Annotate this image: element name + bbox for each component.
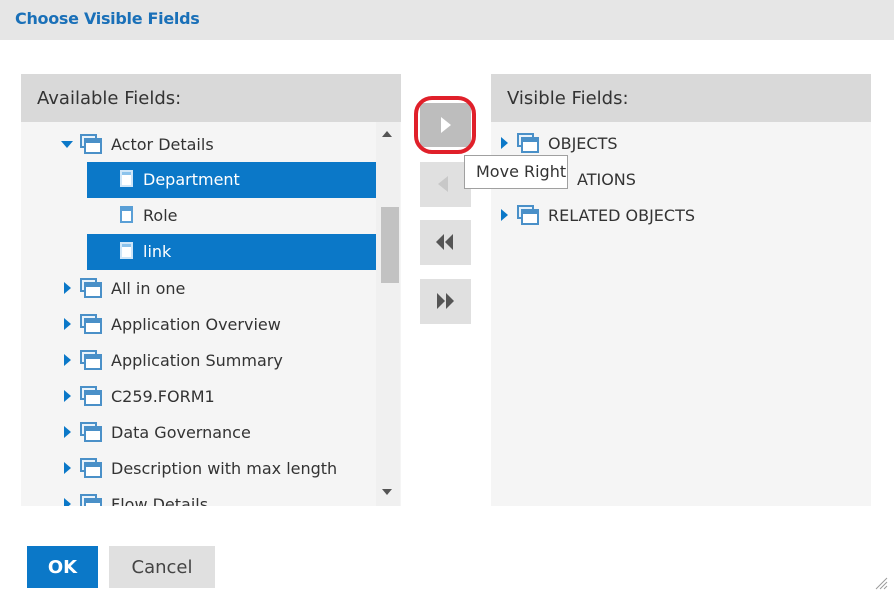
tree-item-label: Role: [143, 206, 178, 225]
visible-fields-header: Visible Fields:: [491, 74, 871, 122]
visible-fields-title: Visible Fields:: [507, 88, 629, 109]
tree-item-label: Data Governance: [111, 423, 251, 442]
collapsed-caret-icon[interactable]: [64, 390, 71, 402]
tree-item-label: All in one: [111, 279, 186, 298]
folder-icon: [80, 494, 102, 506]
collapsed-caret-icon[interactable]: [64, 318, 71, 330]
folder-icon: [80, 386, 102, 406]
folder-icon: [80, 350, 102, 370]
double-triangle-right-icon: [446, 293, 454, 309]
move-right-tooltip: Move Right: [464, 155, 568, 189]
tree-item-label: Application Summary: [111, 351, 283, 370]
folder-icon: [80, 134, 102, 154]
tree-item-label: link: [143, 242, 172, 261]
field-icon: [120, 170, 133, 187]
tree-folder-all-in-one[interactable]: All in one: [21, 271, 376, 307]
tree-item-label: Description with max length: [111, 459, 338, 478]
tree-item-label: ATIONS: [577, 170, 636, 189]
folder-icon: [80, 314, 102, 334]
collapsed-caret-icon[interactable]: [501, 209, 508, 221]
available-fields-header: Available Fields:: [21, 74, 401, 122]
field-icon: [120, 206, 133, 223]
folder-icon: [80, 422, 102, 442]
available-fields-scrollbar[interactable]: [376, 122, 400, 506]
tree-item-label: Department: [143, 170, 240, 189]
double-triangle-right-icon: [437, 293, 445, 309]
double-triangle-left-icon: [436, 234, 444, 250]
tree-folder-data-governance[interactable]: Data Governance: [21, 415, 376, 451]
tree-folder-application-summary[interactable]: Application Summary: [21, 343, 376, 379]
collapsed-caret-icon[interactable]: [64, 498, 71, 506]
tree-item-label: Application Overview: [111, 315, 281, 334]
cancel-button[interactable]: Cancel: [109, 546, 215, 588]
tree-field-department[interactable]: Department: [87, 162, 376, 198]
collapsed-caret-icon[interactable]: [501, 137, 508, 149]
triangle-left-icon: [438, 176, 448, 192]
dialog-title: Choose Visible Fields: [15, 9, 200, 28]
move-all-right-button[interactable]: [420, 279, 471, 324]
tree-folder-flow-details[interactable]: Flow Details: [21, 487, 376, 506]
tree-field-role[interactable]: Role: [87, 198, 376, 234]
collapsed-caret-icon[interactable]: [64, 354, 71, 366]
tree-folder-actor-details[interactable]: Actor Details: [21, 127, 376, 163]
dialog-titlebar: Choose Visible Fields: [0, 0, 894, 40]
tree-item-label: Flow Details: [111, 495, 209, 506]
resize-grip-icon[interactable]: [872, 574, 888, 590]
folder-icon: [80, 278, 102, 298]
tree-folder-related-objects[interactable]: RELATED OBJECTS: [491, 198, 871, 234]
scroll-down-arrow-icon[interactable]: [382, 489, 392, 495]
tree-folder-description-with-max-length[interactable]: Description with max length: [21, 451, 376, 487]
move-all-left-button[interactable]: [420, 220, 471, 265]
ok-button[interactable]: OK: [27, 546, 98, 588]
highlight-ring: [414, 96, 476, 154]
collapsed-caret-icon[interactable]: [64, 462, 71, 474]
folder-icon: [517, 133, 539, 153]
collapsed-caret-icon[interactable]: [64, 426, 71, 438]
tree-item-label: Actor Details: [111, 135, 214, 154]
scrollbar-thumb[interactable]: [381, 207, 399, 283]
folder-icon: [80, 458, 102, 478]
collapsed-caret-icon[interactable]: [64, 282, 71, 294]
tree-field-link[interactable]: link: [87, 234, 376, 270]
field-icon: [120, 242, 133, 259]
tree-item-label: RELATED OBJECTS: [548, 206, 695, 225]
tree-item-label: C259.FORM1: [111, 387, 215, 406]
tree-folder-c259-form1[interactable]: C259.FORM1: [21, 379, 376, 415]
available-fields-title: Available Fields:: [37, 88, 182, 109]
scroll-up-arrow-icon[interactable]: [382, 131, 392, 137]
folder-icon: [517, 205, 539, 225]
double-triangle-left-icon: [445, 234, 453, 250]
expanded-caret-icon[interactable]: [61, 141, 73, 148]
tree-folder-application-overview[interactable]: Application Overview: [21, 307, 376, 343]
